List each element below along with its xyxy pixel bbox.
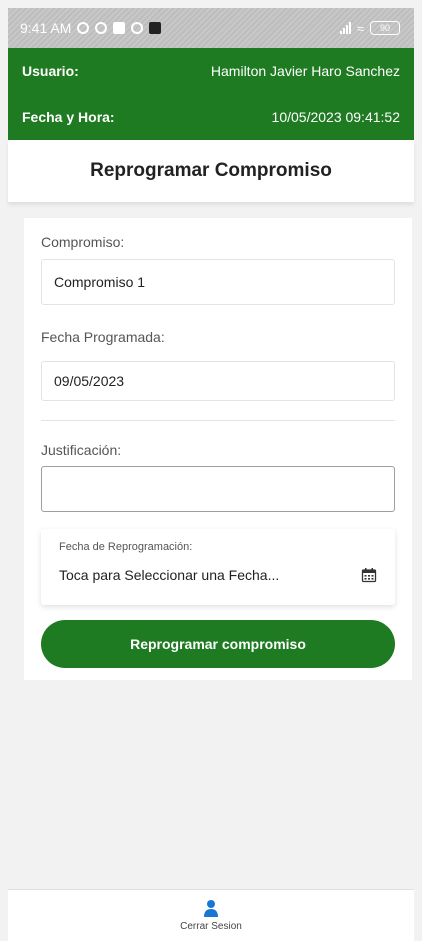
fan-icon xyxy=(77,22,90,34)
status-bar: 9:41 AM ≈ 90 xyxy=(8,8,414,48)
datetime-label: Fecha y Hora: xyxy=(22,109,115,125)
page-title-bar: Reprogramar Compromiso xyxy=(8,140,414,202)
battery-icon: 90 xyxy=(370,21,400,35)
bottom-nav-logout[interactable]: Cerrar Sesion xyxy=(8,889,414,941)
datetime-row: Fecha y Hora: 10/05/2023 09:41:52 xyxy=(22,94,400,140)
reschedule-form-card: Compromiso: Compromiso 1 Fecha Programad… xyxy=(24,218,412,680)
status-time: 9:41 AM xyxy=(20,20,72,36)
reprogramacion-row: Toca para Seleccionar una Fecha... xyxy=(59,567,377,583)
reprogramacion-label: Fecha de Reprogramación: xyxy=(59,541,193,553)
logout-label: Cerrar Sesion xyxy=(180,921,242,932)
signal-icon xyxy=(339,22,351,34)
fecha-programada-label: Fecha Programada: xyxy=(41,329,165,345)
reprogramacion-placeholder: Toca para Seleccionar una Fecha... xyxy=(59,567,280,583)
calendar-icon[interactable] xyxy=(361,567,377,583)
justificacion-label: Justificación: xyxy=(41,442,122,458)
justificacion-input[interactable] xyxy=(41,466,395,512)
alarm-icon xyxy=(95,22,108,34)
datetime-value: 10/05/2023 09:41:52 xyxy=(271,109,400,125)
user-value: Hamilton Javier Haro Sanchez xyxy=(210,63,400,79)
notification-icon xyxy=(131,22,144,34)
compromiso-value: Compromiso 1 xyxy=(54,274,146,290)
fecha-programada-value: 09/05/2023 xyxy=(54,373,125,389)
reprogramacion-date-picker[interactable]: Fecha de Reprogramación: Toca para Selec… xyxy=(41,529,395,605)
status-bar-left: 9:41 AM xyxy=(20,20,162,36)
reprogramar-button[interactable]: Reprogramar compromiso xyxy=(41,620,395,668)
compromiso-label: Compromiso: xyxy=(41,234,125,250)
compromiso-field: Compromiso 1 xyxy=(41,259,395,305)
status-bar-right: ≈ 90 xyxy=(339,20,400,36)
wifi-icon: ≈ xyxy=(356,20,364,36)
user-info-header: Usuario: Hamilton Javier Haro Sanchez Fe… xyxy=(8,48,414,140)
user-row: Usuario: Hamilton Javier Haro Sanchez xyxy=(22,48,400,94)
message-icon xyxy=(113,22,126,34)
user-icon xyxy=(204,900,218,917)
section-divider xyxy=(41,420,395,421)
fecha-programada-field: 09/05/2023 xyxy=(41,361,395,401)
page-title: Reprogramar Compromiso xyxy=(90,160,332,181)
user-label: Usuario: xyxy=(22,63,79,79)
app-icon xyxy=(149,22,162,34)
